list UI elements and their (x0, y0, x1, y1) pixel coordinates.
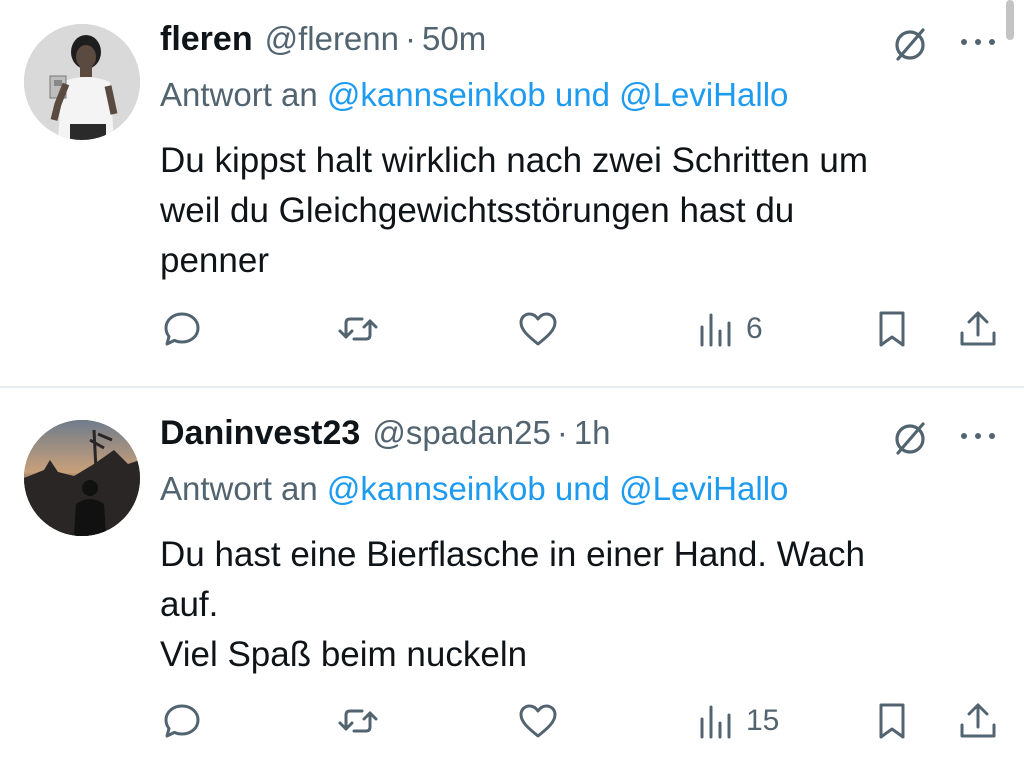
tweet-text: Du kippst halt wirklich nach zwei Schrit… (160, 136, 990, 286)
retweet-button[interactable] (336, 304, 380, 354)
views-button[interactable]: 6 (694, 304, 763, 354)
reply-icon (164, 704, 200, 738)
tweet-header: fleren @flerenn · 50m (160, 20, 486, 64)
action-bar: 6 (160, 304, 1000, 354)
like-button[interactable] (516, 696, 560, 746)
mention-link[interactable]: @kannseinkob (327, 470, 546, 507)
mention-link[interactable]: @LeviHallo (619, 76, 788, 113)
avatar[interactable] (24, 24, 140, 140)
retweet-icon (338, 709, 378, 733)
tweet-text-line: auf. (160, 585, 219, 624)
reply-button[interactable] (160, 696, 204, 746)
mention-link[interactable]: @LeviHallo (619, 470, 788, 507)
display-name[interactable]: Daninvest23 (160, 414, 360, 453)
bookmark-button[interactable] (870, 304, 914, 354)
tweet-text-line: Viel Spaß beim nuckeln (160, 635, 528, 674)
views-bar-icon (700, 313, 731, 347)
action-bar: 15 (160, 696, 1000, 746)
share-button[interactable] (956, 696, 1000, 746)
grok-icon[interactable] (890, 418, 930, 458)
reply-prefix: Antwort an (160, 76, 318, 113)
mention-link[interactable]: @kannseinkob (327, 76, 546, 113)
views-count: 15 (746, 704, 780, 737)
views-bar-icon (700, 705, 731, 739)
bookmark-button[interactable] (870, 696, 914, 746)
user-handle[interactable]: @spadan25 (372, 414, 550, 452)
bookmark-icon (879, 311, 905, 347)
tweet-text: Du hast eine Bierflasche in einer Hand. … (160, 530, 990, 680)
views-count: 6 (746, 312, 763, 345)
like-button[interactable] (516, 304, 560, 354)
heart-icon (519, 312, 557, 346)
retweet-icon (338, 317, 378, 341)
timestamp[interactable]: 50m (422, 20, 486, 58)
grok-icon[interactable] (890, 24, 930, 64)
heart-icon (519, 704, 557, 738)
tweet-text-line: Du hast eine Bierflasche in einer Hand. … (160, 535, 865, 574)
tweet-text-line: penner (160, 241, 269, 280)
share-icon (960, 311, 996, 346)
reply-icon (164, 312, 200, 346)
avatar[interactable] (24, 420, 140, 536)
avatar-photo (24, 24, 140, 140)
more-icon[interactable] (956, 32, 1000, 52)
avatar-photo (24, 420, 140, 536)
tweet[interactable]: Daninvest23 @spadan25 · 1h Antwort an @k… (0, 390, 1024, 770)
share-button[interactable] (956, 304, 1000, 354)
reply-joiner[interactable]: und (555, 470, 610, 507)
more-icon[interactable] (956, 426, 1000, 446)
tweet-header: Daninvest23 @spadan25 · 1h (160, 414, 611, 458)
user-handle[interactable]: @flerenn (265, 20, 399, 58)
reply-context: Antwort an @kannseinkob und @LeviHallo (160, 470, 788, 508)
display-name[interactable]: fleren (160, 20, 253, 59)
reply-joiner[interactable]: und (555, 76, 610, 113)
tweet-text-line: Du kippst halt wirklich nach zwei Schrit… (160, 141, 869, 180)
reply-button[interactable] (160, 304, 204, 354)
separator-dot: · (405, 20, 416, 57)
separator-dot: · (556, 414, 568, 451)
reply-prefix: Antwort an (160, 470, 318, 507)
tweet-divider (0, 386, 1024, 388)
views-button[interactable]: 15 (694, 696, 779, 746)
bookmark-icon (879, 703, 905, 739)
retweet-button[interactable] (336, 696, 380, 746)
reply-context: Antwort an @kannseinkob und @LeviHallo (160, 76, 788, 114)
timestamp[interactable]: 1h (574, 414, 611, 452)
tweet-text-line: weil du Gleichgewichtsstörungen hast du (160, 191, 795, 230)
tweet[interactable]: fleren @flerenn · 50m Antwort an @kannse… (0, 0, 1024, 386)
share-icon (960, 703, 996, 738)
